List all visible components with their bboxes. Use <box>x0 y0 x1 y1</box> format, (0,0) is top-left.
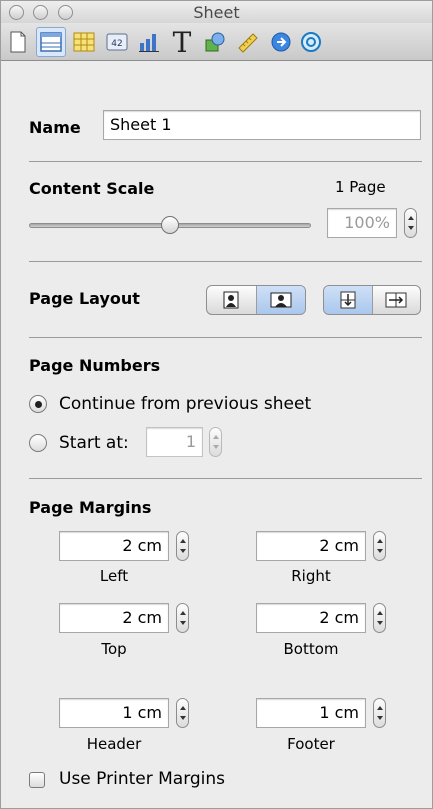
down-then-across-button[interactable] <box>324 286 373 314</box>
sheet-inspector-icon[interactable] <box>36 27 66 57</box>
divider <box>29 478 422 479</box>
hyperlink-inspector-icon[interactable] <box>266 27 296 57</box>
inspector-toolbar: 42 T <box>1 23 432 61</box>
page-order-segmented-control[interactable] <box>323 285 421 315</box>
start-at-radio[interactable] <box>29 434 47 452</box>
page-margins-label: Page Margins <box>29 498 152 517</box>
landscape-orientation-button[interactable] <box>256 286 305 314</box>
table-inspector-icon[interactable] <box>69 27 99 57</box>
use-printer-margins-label[interactable]: Use Printer Margins <box>59 769 225 789</box>
quicktime-inspector-icon[interactable] <box>299 27 321 57</box>
start-at-label[interactable]: Start at: <box>59 433 129 453</box>
right-margin-stepper[interactable] <box>373 531 386 561</box>
left-margin-field[interactable]: 2 cm <box>59 531 169 561</box>
document-inspector-icon[interactable] <box>3 27 33 57</box>
right-margin-label: Right <box>291 567 331 585</box>
divider <box>29 261 422 262</box>
continue-label[interactable]: Continue from previous sheet <box>59 394 311 414</box>
cell-format-badge: 42 <box>111 39 122 49</box>
left-margin-label: Left <box>99 567 129 585</box>
window-title: Sheet <box>193 3 240 22</box>
top-margin-label: Top <box>101 640 127 658</box>
top-margin-stepper[interactable] <box>176 603 189 633</box>
bottom-margin-field[interactable]: 2 cm <box>256 603 366 633</box>
content-scale-label: Content Scale <box>29 179 155 198</box>
content-scale-slider-knob[interactable] <box>161 216 179 234</box>
footer-margin-stepper[interactable] <box>373 698 386 728</box>
inspector-window: Sheet 42 T Name Sheet 1 Content Scale 1 … <box>0 0 433 809</box>
across-then-down-button[interactable] <box>373 286 421 314</box>
portrait-icon <box>223 291 239 309</box>
header-margin-label: Header <box>86 735 142 753</box>
divider <box>29 337 422 338</box>
continue-radio[interactable] <box>29 395 47 413</box>
portrait-orientation-button[interactable] <box>207 286 257 314</box>
graphic-inspector-icon[interactable] <box>200 27 230 57</box>
top-margin-field[interactable]: 2 cm <box>59 603 169 633</box>
name-label: Name <box>29 118 81 137</box>
title-bar: Sheet <box>1 1 432 23</box>
bottom-margin-stepper[interactable] <box>373 603 386 633</box>
landscape-icon <box>270 292 292 308</box>
left-margin-stepper[interactable] <box>176 531 189 561</box>
cell-format-inspector-icon[interactable]: 42 <box>102 27 132 57</box>
footer-margin-field[interactable]: 1 cm <box>256 698 366 728</box>
page-numbers-label: Page Numbers <box>29 356 161 375</box>
down-then-across-icon <box>340 291 356 309</box>
sheet-inspector-panel: Name Sheet 1 Content Scale 1 Page 100% P… <box>1 62 432 808</box>
start-at-field[interactable]: 1 <box>146 427 203 457</box>
across-then-down-icon <box>385 292 407 308</box>
orientation-segmented-control[interactable] <box>206 285 306 315</box>
content-scale-stepper[interactable] <box>404 208 417 238</box>
text-inspector-icon[interactable]: T <box>167 26 197 59</box>
sheet-name-field[interactable]: Sheet 1 <box>103 110 421 140</box>
footer-margin-label: Footer <box>287 735 335 753</box>
start-at-stepper[interactable] <box>209 427 222 457</box>
chart-inspector-icon[interactable] <box>134 27 164 57</box>
page-count-text: 1 Page <box>335 178 386 196</box>
bottom-margin-label: Bottom <box>283 640 339 658</box>
metrics-inspector-icon[interactable] <box>233 27 263 57</box>
content-scale-field[interactable]: 100% <box>327 208 397 238</box>
divider <box>29 161 422 162</box>
page-layout-label: Page Layout <box>29 289 140 308</box>
use-printer-margins-checkbox[interactable] <box>29 772 45 788</box>
header-margin-stepper[interactable] <box>176 698 189 728</box>
right-margin-field[interactable]: 2 cm <box>256 531 366 561</box>
header-margin-field[interactable]: 1 cm <box>59 698 169 728</box>
